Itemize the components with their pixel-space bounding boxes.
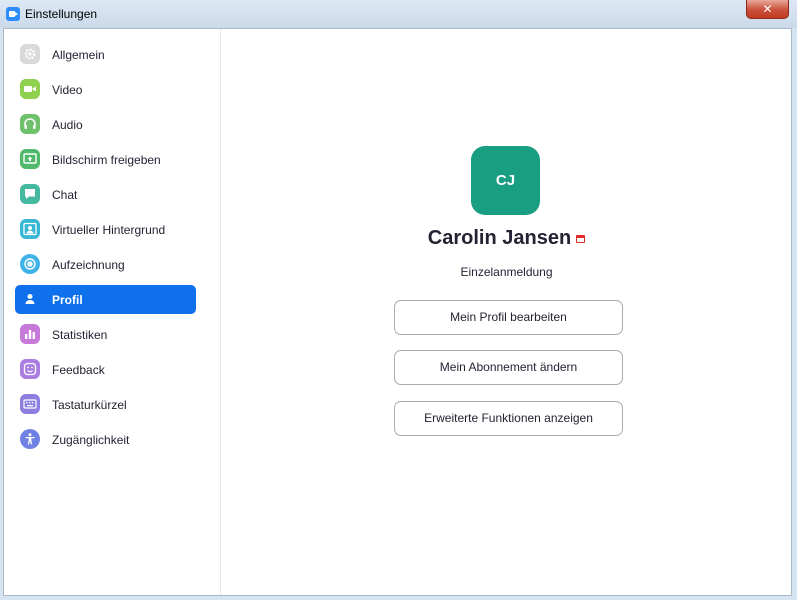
account-type: Einzelanmeldung [460,265,553,279]
sidebar-item-statistiken[interactable]: Statistiken [15,320,196,349]
headphones-icon [20,114,40,134]
record-icon [20,254,40,274]
sidebar-item-label: Allgemein [52,48,105,62]
statistics-icon [20,324,40,344]
virtual-background-icon [20,219,40,239]
sidebar-item-label: Zugänglichkeit [52,433,130,447]
sidebar-item-label: Video [52,83,83,97]
sidebar-item-tastaturkuerzel[interactable]: Tastaturkürzel [15,390,196,419]
calendar-icon [576,235,586,243]
zoom-app-icon [6,7,20,21]
sidebar-item-profil[interactable]: Profil [15,285,196,314]
sidebar-item-label: Virtueller Hintergrund [52,223,166,237]
sidebar-item-zugaenglichkeit[interactable]: Zugänglichkeit [15,425,196,454]
profile-panel: CJ Carolin Jansen Einzelanmeldung Mein P… [222,29,791,595]
sidebar-item-label: Chat [52,188,78,202]
change-subscription-button[interactable]: Mein Abonnement ändern [394,350,623,385]
chat-bubble-icon [20,184,40,204]
keyboard-icon [20,394,40,414]
sidebar-item-label: Feedback [52,363,105,377]
profile-name: Carolin Jansen [427,227,572,249]
accessibility-icon [20,429,40,449]
profile-icon [20,289,40,309]
sidebar-item-virtueller-hintergrund[interactable]: Virtueller Hintergrund [15,215,196,244]
sidebar-item-label: Audio [52,118,83,132]
sidebar-item-label: Bildschirm freigeben [52,153,161,167]
feedback-smiley-icon [20,359,40,379]
video-camera-icon [20,79,40,99]
gear-icon [20,44,40,64]
sidebar-item-aufzeichnung[interactable]: Aufzeichnung [15,250,196,279]
sidebar-item-label: Aufzeichnung [52,258,125,272]
share-screen-icon [20,149,40,169]
sidebar-item-feedback[interactable]: Feedback [15,355,196,384]
sidebar-item-bildschirm-freigeben[interactable]: Bildschirm freigeben [15,145,196,174]
settings-sidebar: Allgemein Video Audio Bildschirm freigeb… [4,29,221,595]
settings-window: Einstellungen ✕ Allgemein Video Audio Bi… [0,0,797,600]
sidebar-item-label: Statistiken [52,328,108,342]
sidebar-item-video[interactable]: Video [15,75,196,104]
advanced-features-button[interactable]: Erweiterte Funktionen anzeigen [394,401,623,436]
sidebar-item-allgemein[interactable]: Allgemein [15,40,196,69]
profile-name-row: Carolin Jansen [222,227,791,250]
sidebar-item-audio[interactable]: Audio [15,110,196,139]
sidebar-item-chat[interactable]: Chat [15,180,196,209]
settings-content: Allgemein Video Audio Bildschirm freigeb… [3,28,792,596]
avatar[interactable]: CJ [471,146,540,215]
sidebar-item-label: Profil [52,293,83,307]
sidebar-item-label: Tastaturkürzel [52,398,127,412]
window-title: Einstellungen [25,7,98,21]
edit-profile-button[interactable]: Mein Profil bearbeiten [394,300,623,335]
close-button[interactable]: ✕ [746,0,789,19]
title-bar[interactable]: Einstellungen ✕ [0,0,797,28]
